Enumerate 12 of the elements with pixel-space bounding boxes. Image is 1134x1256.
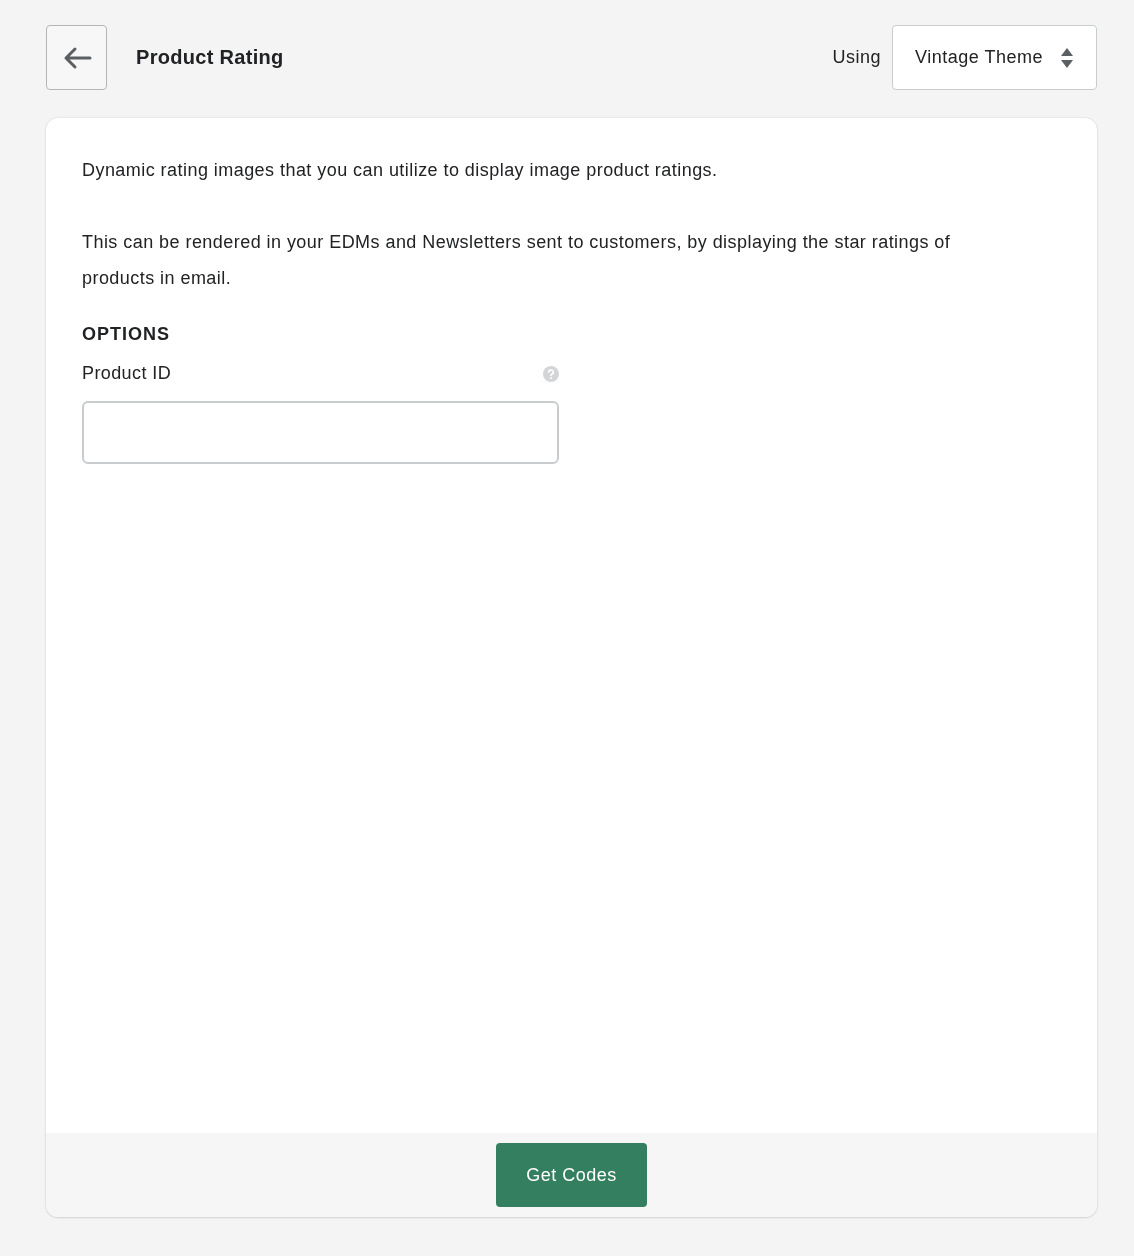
back-button[interactable] — [46, 25, 107, 90]
get-codes-button[interactable]: Get Codes — [496, 1143, 647, 1207]
description-text: Dynamic rating images that you can utilize to display image product ratings. — [82, 159, 719, 182]
field-label: Product ID — [82, 363, 172, 384]
theme-label: Using — [832, 47, 881, 68]
description-text: This can be rendered in your EDMs and Newsletters sent to customers, by displaying the star ratings of products in email. — [82, 231, 952, 290]
help-icon[interactable] — [543, 365, 559, 382]
page-title: Product Rating — [136, 46, 285, 69]
theme-select[interactable]: Vintage Theme — [892, 25, 1097, 90]
input-field[interactable] — [82, 401, 559, 464]
section-heading: OPTIONS — [82, 324, 171, 345]
sort-caret-icon — [1060, 46, 1074, 69]
